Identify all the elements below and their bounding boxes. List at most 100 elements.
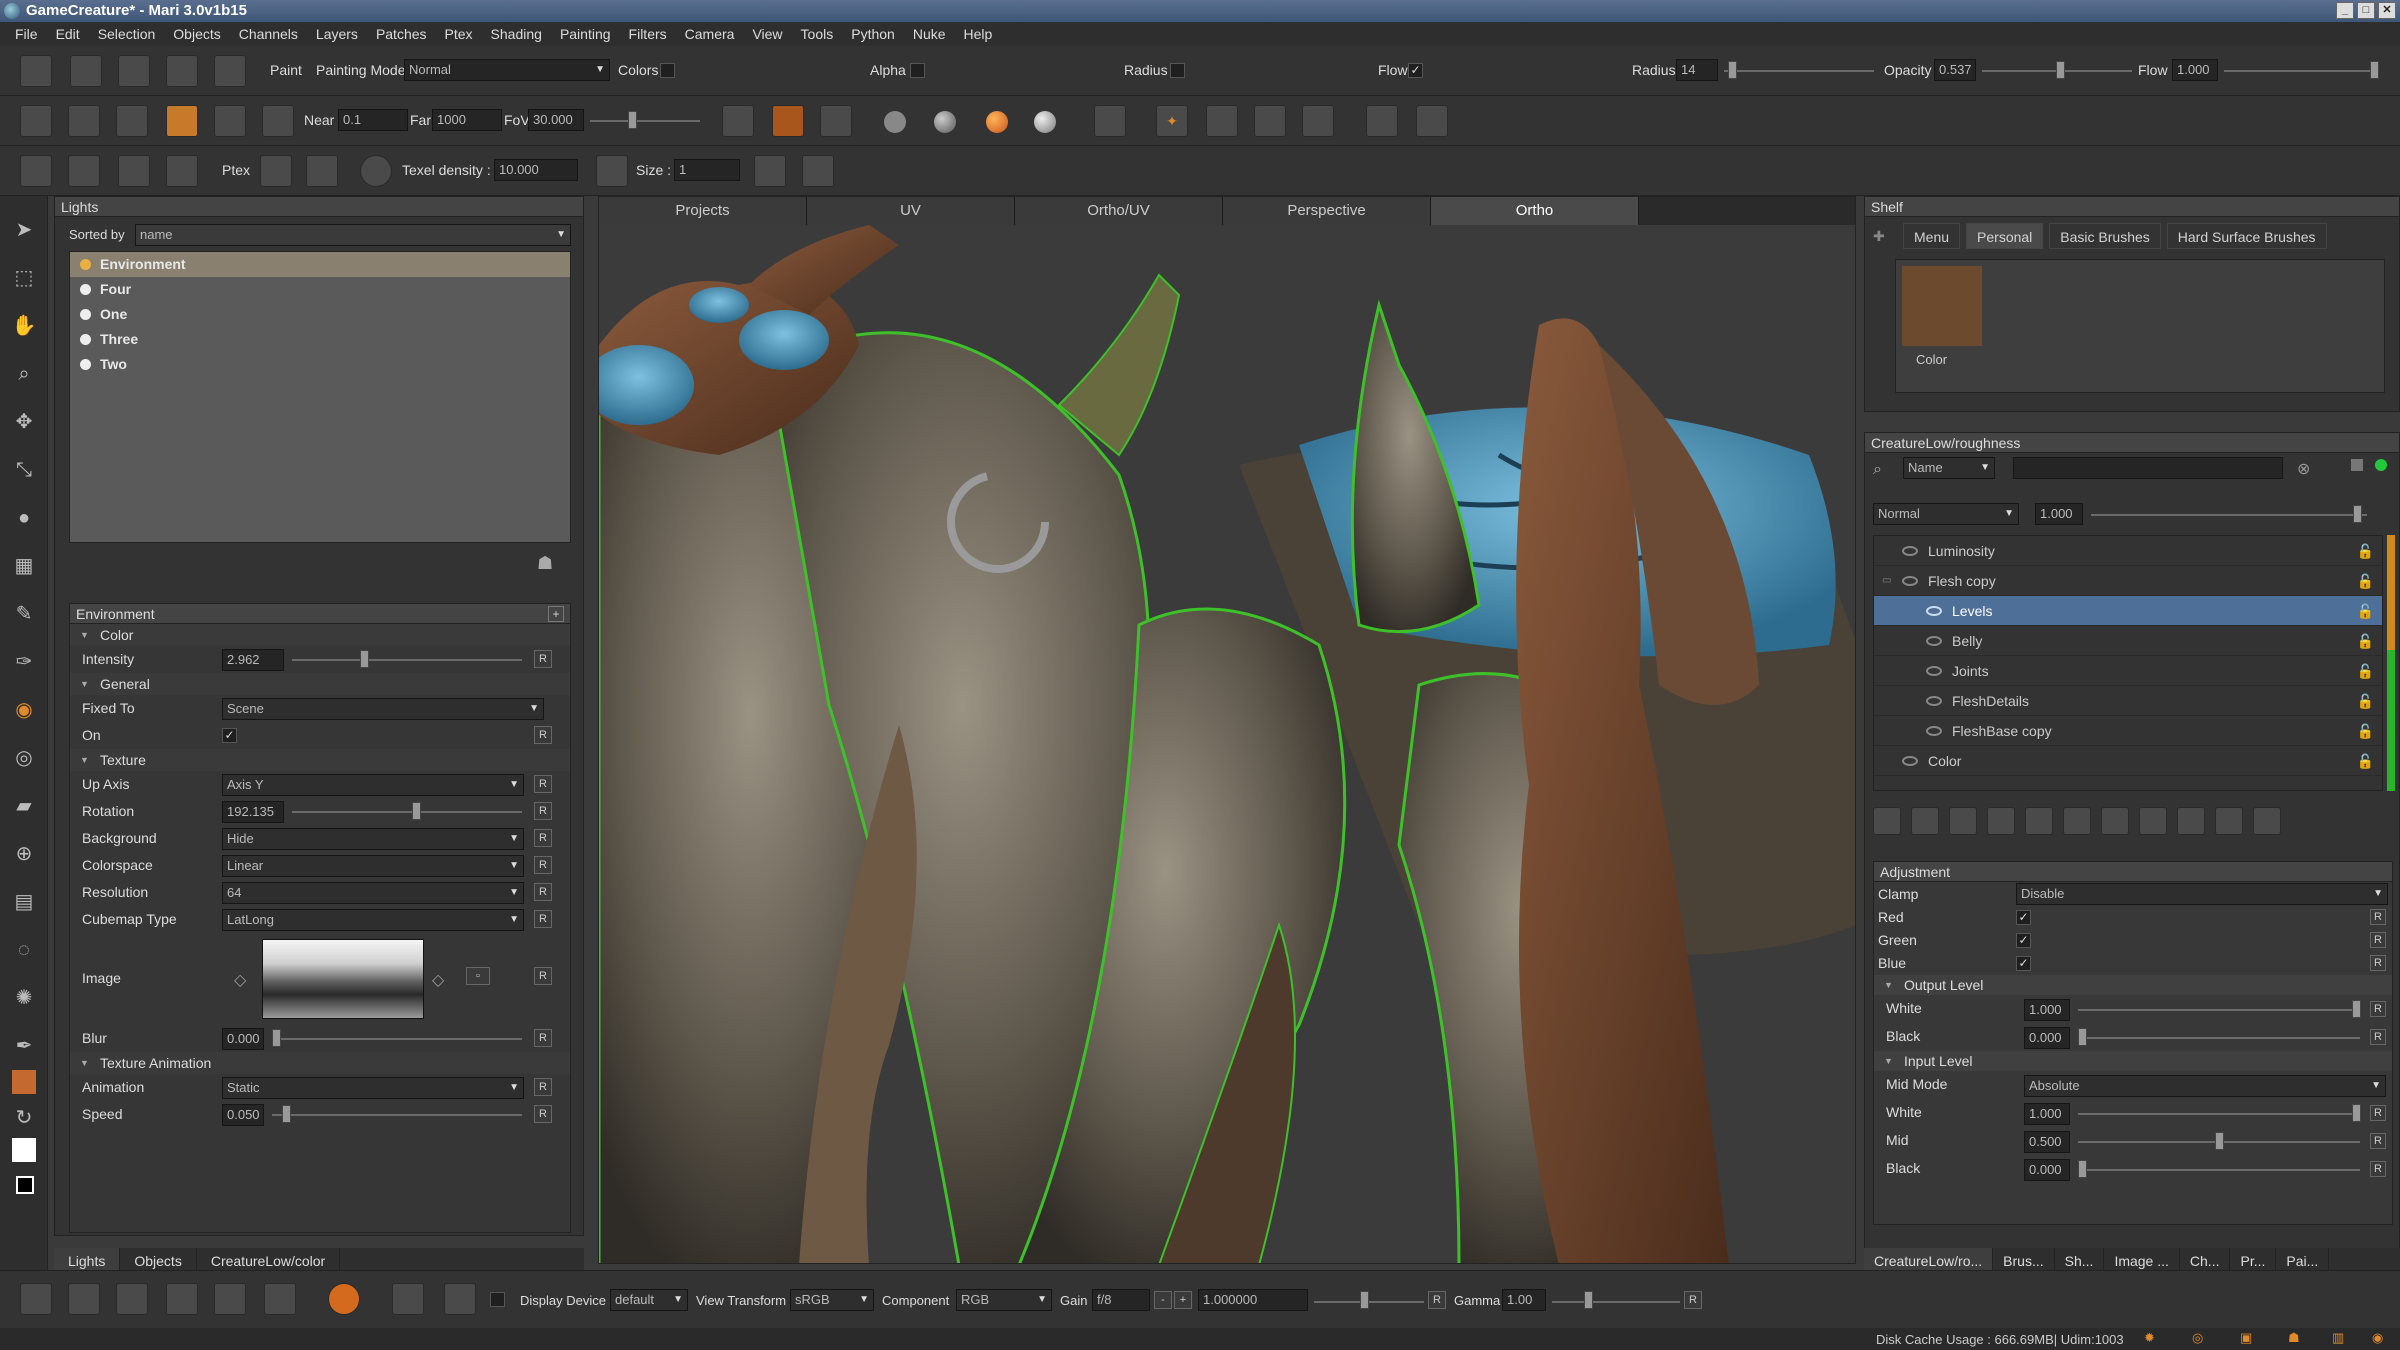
add-adjustment-icon[interactable]: [1911, 807, 1939, 835]
blend-mode-select[interactable]: Normal ▼: [1873, 503, 2019, 525]
fov-field[interactable]: 30.000: [528, 109, 584, 131]
add-procedural-icon[interactable]: [1949, 807, 1977, 835]
rotate-icon[interactable]: [166, 1283, 198, 1315]
speed-reset-button[interactable]: R: [534, 1105, 552, 1123]
layer-opacity-slider[interactable]: [2091, 514, 2367, 516]
sorted-by-select[interactable]: name ▼: [135, 224, 571, 246]
input-white-field[interactable]: 1.000: [2024, 1103, 2070, 1125]
add-mask-icon[interactable]: [2025, 807, 2053, 835]
brush-settings-icon[interactable]: [444, 1283, 476, 1315]
default-colors-icon[interactable]: [16, 1176, 34, 1194]
menu-file[interactable]: File: [6, 22, 47, 46]
size-icon[interactable]: [596, 155, 628, 187]
color-swatch[interactable]: [1902, 266, 1982, 346]
paint-tool-icon[interactable]: ◉: [10, 696, 38, 724]
shelf-tab-menu[interactable]: Menu: [1903, 223, 1961, 249]
light-item-two[interactable]: Two: [70, 352, 570, 377]
layer-stack-icon[interactable]: [20, 155, 52, 187]
globe-icon[interactable]: [360, 155, 392, 187]
zoom-tool-icon[interactable]: ⌕: [10, 360, 38, 388]
clear-filter-icon[interactable]: ⊗: [2297, 459, 2310, 479]
add-group-icon[interactable]: [2063, 807, 2091, 835]
red-checkbox[interactable]: ✓: [2016, 910, 2031, 925]
rotation-field[interactable]: 192.135: [222, 801, 284, 823]
eyedropper-tool-icon[interactable]: ✒: [10, 1032, 38, 1060]
axis-y-icon[interactable]: [1254, 105, 1286, 137]
tab-projects[interactable]: Projects: [599, 197, 807, 225]
maximize-button[interactable]: □: [2357, 2, 2375, 19]
lock-icon[interactable]: 🔓: [2357, 746, 2374, 776]
image-reset-button[interactable]: R: [534, 967, 552, 985]
input-black-reset-button[interactable]: R: [2370, 1161, 2386, 1177]
component-select[interactable]: RGB ▼: [956, 1289, 1052, 1311]
specular-sphere-icon[interactable]: [1034, 111, 1056, 133]
movie-icon[interactable]: [214, 105, 246, 137]
speed-field[interactable]: 0.050: [222, 1104, 264, 1126]
shelf-add-icon[interactable]: ✚: [1873, 223, 1897, 249]
camera-icon[interactable]: [20, 105, 52, 137]
gradient-tool-icon[interactable]: ▤: [10, 888, 38, 916]
general-section[interactable]: General: [70, 673, 570, 695]
image-browse-button[interactable]: ▫: [466, 967, 490, 985]
input-black-handle[interactable]: [2078, 1160, 2087, 1178]
output-white-slider[interactable]: [2078, 1009, 2360, 1011]
layer-list-icon[interactable]: [2177, 807, 2205, 835]
gamma-slider-handle[interactable]: [1584, 1291, 1593, 1309]
pan-tool-icon[interactable]: ✋: [10, 312, 38, 340]
colorspace-reset-button[interactable]: R: [534, 856, 552, 874]
green-reset-button[interactable]: R: [2370, 932, 2386, 948]
mirror-icon[interactable]: [1366, 105, 1398, 137]
input-white-reset-button[interactable]: R: [2370, 1105, 2386, 1121]
input-black-slider[interactable]: [2078, 1169, 2360, 1171]
animation-reset-button[interactable]: R: [534, 1078, 552, 1096]
axis-x-icon[interactable]: [1206, 105, 1238, 137]
frame-icon[interactable]: [1094, 105, 1126, 137]
ptex-grid-icon[interactable]: [306, 155, 338, 187]
layer-row-levels[interactable]: Levels 🔓: [1874, 596, 2382, 626]
layer-row-luminosity[interactable]: Luminosity 🔓: [1874, 536, 2382, 566]
blur-slider-handle[interactable]: [272, 1029, 281, 1047]
background-reset-button[interactable]: R: [534, 829, 552, 847]
environment-map-thumbnail[interactable]: [262, 939, 424, 1019]
view-transform-select[interactable]: sRGB ▼: [790, 1289, 874, 1311]
flow-checkbox[interactable]: ✓: [1408, 63, 1423, 78]
brush-tool-icon[interactable]: ✎: [10, 600, 38, 628]
output-white-reset-button[interactable]: R: [2370, 1001, 2386, 1017]
colorspace-select[interactable]: Linear ▼: [222, 855, 524, 877]
lasso-icon[interactable]: [264, 1283, 296, 1315]
lock-icon[interactable]: 🔓: [2357, 686, 2374, 716]
visibility-eye-icon[interactable]: [1926, 696, 1942, 706]
resolution-reset-button[interactable]: R: [534, 883, 552, 901]
texture-animation-section[interactable]: Texture Animation: [70, 1052, 570, 1074]
menu-view[interactable]: View: [743, 22, 791, 46]
light-item-one[interactable]: One: [70, 302, 570, 327]
layer-filter-input[interactable]: [2013, 457, 2283, 479]
tab-uv[interactable]: UV: [807, 197, 1015, 225]
grid-icon[interactable]: [116, 105, 148, 137]
output-black-slider[interactable]: [2078, 1037, 2360, 1039]
image-next-icon[interactable]: ◇: [432, 967, 444, 994]
up-axis-select[interactable]: Axis Y ▼: [222, 774, 524, 796]
smudge-tool-icon[interactable]: ●: [10, 504, 38, 532]
on-checkbox[interactable]: ✓: [222, 728, 237, 743]
lock-icon[interactable]: 🔓: [2357, 656, 2374, 686]
delete-layer-icon[interactable]: [2215, 807, 2243, 835]
tumble-icon[interactable]: [214, 1283, 246, 1315]
lock-icon[interactable]: 🔓: [2357, 716, 2374, 746]
visibility-eye-icon[interactable]: [1926, 606, 1942, 616]
document-icon[interactable]: [392, 1283, 424, 1315]
visibility-eye-icon[interactable]: [1902, 756, 1918, 766]
snapshot-icon[interactable]: [68, 105, 100, 137]
green-checkbox[interactable]: ✓: [2016, 933, 2031, 948]
painting-mode-select[interactable]: Normal ▼: [404, 59, 610, 81]
marquee-tool-icon[interactable]: ⬚: [10, 264, 38, 292]
input-white-handle[interactable]: [2352, 1104, 2361, 1122]
rotation-slider[interactable]: [292, 811, 522, 813]
menu-python[interactable]: Python: [842, 22, 904, 46]
visibility-eye-icon[interactable]: [1926, 726, 1942, 736]
gain-value-field[interactable]: 1.000000: [1198, 1289, 1308, 1311]
gain-decrease-button[interactable]: -: [1154, 1291, 1172, 1309]
layer-row-belly[interactable]: Belly 🔓: [1874, 626, 2382, 656]
paint-through-icon[interactable]: ◎: [10, 744, 38, 772]
lit-sphere-icon[interactable]: [934, 111, 956, 133]
